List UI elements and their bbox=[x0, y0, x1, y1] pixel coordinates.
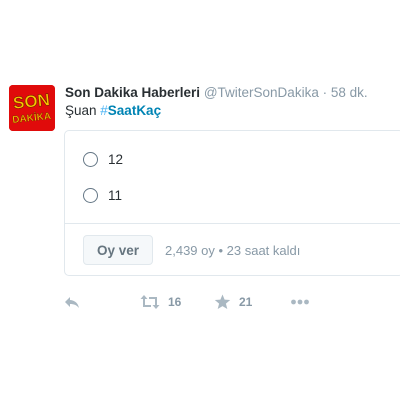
son-dakika-logo: SON DAKİKA bbox=[9, 85, 55, 131]
hashtag-text: SaatKaç bbox=[107, 103, 162, 118]
hashtag-link[interactable]: #SaatKaç bbox=[100, 103, 161, 118]
hashtag-symbol: # bbox=[100, 103, 108, 118]
tweet-timestamp[interactable]: 58 dk. bbox=[331, 85, 368, 100]
poll-footer: Oy ver 2,439 oy • 23 saat kaldı bbox=[65, 223, 400, 277]
avatar[interactable]: SON DAKİKA bbox=[9, 85, 55, 131]
retweet-button[interactable]: 16 bbox=[140, 294, 181, 310]
tweet-text-prefix: Şuan bbox=[65, 103, 101, 118]
tweet-header: Son Dakika Haberleri @TwiterSonDakika · … bbox=[65, 85, 368, 100]
retweet-count: 16 bbox=[168, 295, 182, 309]
reply-button[interactable] bbox=[63, 294, 81, 310]
account-username[interactable]: @TwiterSonDakika bbox=[204, 85, 319, 100]
poll-meta: 2,439 oy • 23 saat kaldı bbox=[165, 243, 301, 258]
tweet: SON DAKİKA Son Dakika Haberleri @TwiterS… bbox=[0, 0, 400, 400]
like-count: 21 bbox=[239, 295, 253, 309]
reply-icon bbox=[63, 294, 81, 310]
poll-option[interactable]: 12 bbox=[83, 149, 123, 169]
star-icon bbox=[214, 294, 231, 310]
header-separator: · bbox=[322, 85, 328, 100]
more-button[interactable] bbox=[290, 294, 310, 310]
poll-option-label: 11 bbox=[108, 187, 123, 203]
vote-button[interactable]: Oy ver bbox=[83, 235, 153, 265]
poll-card: 12 11 Oy ver 2,439 oy • 23 saat kaldı bbox=[64, 130, 400, 276]
poll-option-label: 12 bbox=[108, 151, 124, 167]
more-icon bbox=[290, 294, 310, 310]
tweet-actions: 16 21 bbox=[0, 294, 400, 314]
radio-button[interactable] bbox=[83, 187, 98, 203]
account-fullname[interactable]: Son Dakika Haberleri bbox=[65, 85, 200, 100]
svg-text:SON: SON bbox=[12, 90, 51, 113]
radio-button[interactable] bbox=[83, 151, 98, 167]
like-button[interactable]: 21 bbox=[214, 294, 252, 310]
tweet-text: Şuan #SaatKaç bbox=[65, 103, 161, 118]
poll-option[interactable]: 11 bbox=[83, 185, 122, 205]
retweet-icon bbox=[140, 294, 160, 310]
